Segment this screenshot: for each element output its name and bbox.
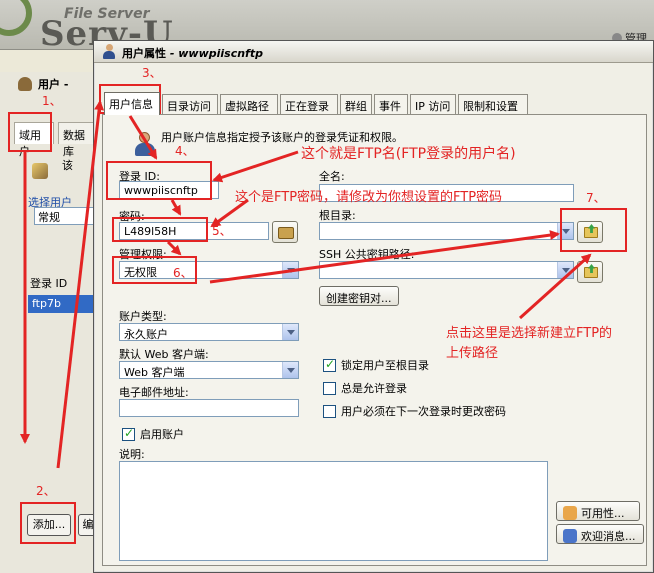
checkbox-checked-icon — [323, 357, 336, 372]
annotation-box-login-id — [106, 161, 212, 200]
account-type-select[interactable]: 永久账户 — [119, 323, 299, 341]
tab-virtual-paths[interactable]: 虚拟路径 — [220, 94, 278, 114]
annotation-step-4: 4、 — [175, 144, 195, 158]
user-group-select[interactable]: 常规 — [34, 207, 96, 225]
create-key-pair-button[interactable]: 创建密钥对... — [319, 286, 399, 306]
enable-account-checkbox[interactable]: 启用账户 — [122, 426, 184, 442]
lock-user-to-root-checkbox[interactable]: 锁定用户至根目录 — [323, 357, 429, 373]
browse-ssh-key-button[interactable] — [577, 261, 603, 283]
ssh-key-path-input[interactable] — [319, 261, 574, 279]
root-directory-label: 根目录: — [319, 209, 356, 222]
tab-events[interactable]: 事件 — [374, 94, 408, 114]
tab-groups[interactable]: 群组 — [340, 94, 372, 114]
web-client-value: Web 客户端 — [124, 366, 185, 379]
annotation-ftp-username-note: 这个就是FTP名(FTP登录的用户名) — [301, 146, 516, 162]
email-input[interactable] — [119, 399, 299, 417]
availability-button-label: 可用性... — [581, 507, 625, 520]
clock-icon — [563, 506, 577, 520]
annotation-upload-path-note-line1: 点击这里是选择新建立FTP的 — [446, 326, 613, 341]
annotation-ftp-password-note: 这个是FTP密码，请修改为你想设置的FTP密码 — [235, 190, 503, 205]
user-icon — [134, 132, 156, 158]
dialog-title: 用户属性 - wwwpiiscnftp — [122, 45, 263, 61]
lock-user-to-root-label: 锁定用户至根目录 — [341, 359, 429, 372]
tab-user-info[interactable]: 用户信息 — [104, 92, 160, 115]
annotation-box-browse-root — [560, 208, 627, 252]
dialog-title-text: 用户属性 — [122, 47, 166, 60]
checkbox-icon — [323, 382, 336, 395]
full-name-label: 全名: — [319, 170, 345, 183]
annotation-box-password — [112, 217, 208, 242]
users-panel-title-text: 用户 - — [38, 78, 69, 91]
edit-pen-icon — [32, 163, 48, 179]
chevron-down-icon[interactable] — [282, 362, 298, 378]
tab-database[interactable]: 数据库 — [58, 122, 98, 158]
user-properties-dialog: 用户属性 - wwwpiiscnftp 用户信息 目录访问 虚拟路径 正在登录 … — [93, 40, 654, 573]
welcome-message-button-label: 欢迎消息... — [581, 530, 636, 543]
notes-label: 说明: — [119, 448, 145, 461]
generate-password-button[interactable] — [272, 221, 298, 243]
account-type-label: 账户类型: — [119, 310, 167, 323]
chevron-down-icon[interactable] — [557, 262, 573, 278]
annotation-upload-path-note-line2: 上传路径 — [446, 346, 499, 361]
user-icon — [18, 77, 32, 91]
annotation-step-6: 6、 — [173, 266, 193, 280]
users-panel-title: 用户 - — [18, 76, 68, 92]
web-client-label: 默认 Web 客户端: — [119, 348, 209, 361]
enable-account-label: 启用账户 — [140, 428, 184, 441]
chevron-down-icon[interactable] — [282, 262, 298, 278]
tab-logged-in[interactable]: 正在登录 — [280, 94, 338, 114]
always-allow-login-checkbox[interactable]: 总是允许登录 — [323, 380, 407, 396]
annotation-box-domain-users — [8, 112, 52, 152]
notes-textarea[interactable] — [119, 461, 548, 561]
account-type-value: 永久账户 — [124, 328, 168, 341]
serv-u-logo-icon — [0, 0, 32, 36]
ssh-key-path-label: SSH 公共密钥路径: — [319, 248, 415, 261]
checkbox-checked-icon — [122, 426, 135, 441]
checkbox-icon — [323, 405, 336, 418]
root-directory-input[interactable] — [319, 222, 574, 240]
annotation-step-2: 2、 — [36, 484, 56, 498]
folder-browse-icon — [584, 267, 598, 278]
annotation-step-5: 5、 — [212, 224, 232, 238]
user-icon — [102, 44, 116, 59]
tab-ip-access[interactable]: IP 访问 — [410, 94, 456, 114]
welcome-message-button[interactable]: 欢迎消息... — [556, 524, 644, 544]
change-password-checkbox[interactable]: 用户必须在下一次登录时更改密码 — [323, 403, 506, 419]
dialog-titlebar[interactable]: 用户属性 - wwwpiiscnftp — [94, 41, 653, 63]
change-password-label: 用户必须在下一次登录时更改密码 — [341, 405, 506, 418]
annotation-box-add-button — [20, 502, 76, 544]
panel-info-text: 该 — [62, 159, 73, 172]
email-label: 电子邮件地址: — [119, 386, 189, 399]
message-icon — [563, 529, 577, 543]
annotation-step-1: 1、 — [42, 94, 62, 108]
annotation-step-7: 7、 — [586, 191, 606, 205]
always-allow-login-label: 总是允许登录 — [341, 382, 407, 395]
tab-directory-access[interactable]: 目录访问 — [162, 94, 218, 114]
web-client-select[interactable]: Web 客户端 — [119, 361, 299, 379]
key-icon — [278, 227, 294, 239]
tab-limits-settings[interactable]: 限制和设置 — [458, 94, 528, 114]
availability-button[interactable]: 可用性... — [556, 501, 640, 521]
chevron-down-icon[interactable] — [282, 324, 298, 340]
user-list-row-selected[interactable]: ftp7b — [28, 295, 98, 313]
dialog-title-username: - wwwpiiscnftp — [169, 47, 263, 60]
annotation-step-3: 3、 — [142, 66, 162, 80]
login-id-column-header[interactable]: 登录 ID — [30, 275, 67, 291]
